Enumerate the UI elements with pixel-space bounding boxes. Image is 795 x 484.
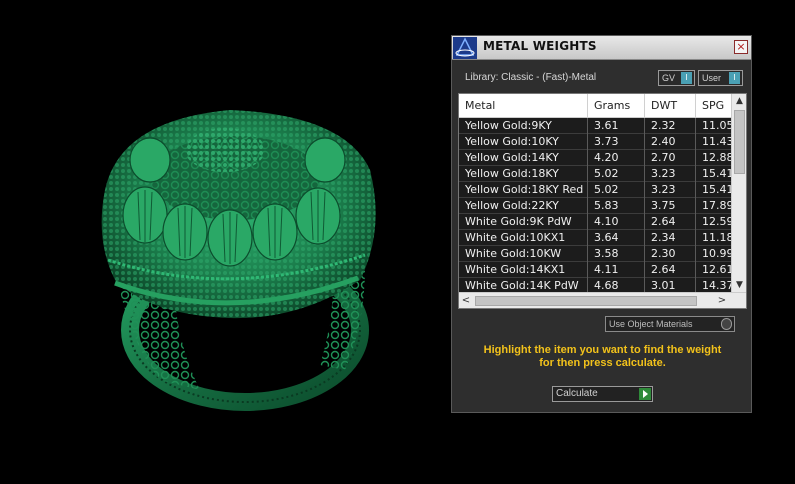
metal-cell: White Gold:14KX1 — [459, 262, 588, 278]
metal-cell: White Gold:9K PdW — [459, 214, 588, 230]
dwt-cell: 2.64 — [645, 214, 696, 230]
grams-cell: 3.58 — [588, 246, 645, 262]
metal-cell: Yellow Gold:10KY — [459, 134, 588, 150]
table-row[interactable]: White Gold:9K PdW 4.10 2.64 12.59 — [459, 214, 734, 230]
play-icon — [639, 388, 651, 400]
dwt-cell: 2.64 — [645, 262, 696, 278]
table-body: Yellow Gold:9KY 3.61 2.32 11.05 Yellow Gold:… — [459, 118, 734, 294]
title-bar[interactable]: METAL WEIGHTS × — [452, 36, 751, 60]
metal-cell: Yellow Gold:22KY — [459, 198, 588, 214]
dwt-cell: 2.30 — [645, 246, 696, 262]
spg-cell: 12.88 — [702, 151, 734, 164]
user-toggle[interactable]: User I — [698, 70, 743, 86]
vertical-scrollbar[interactable]: ▲ ▼ — [731, 94, 746, 292]
calculate-label: Calculate — [556, 388, 598, 399]
metal-cell: Yellow Gold:18KY Red — [459, 182, 588, 198]
spg-cell: 17.89 — [702, 199, 734, 212]
metal-table: Metal Grams DWT SPG Yellow Gold:9KY 3.61 2… — [458, 93, 747, 309]
calculate-button[interactable]: Calculate — [552, 386, 653, 402]
grams-cell: 3.61 — [588, 118, 645, 134]
table-row[interactable]: Yellow Gold:18KY 5.02 3.23 15.41 — [459, 166, 734, 182]
scroll-left-icon[interactable]: < — [459, 293, 473, 308]
table-row[interactable]: Yellow Gold:10KY 3.73 2.40 11.43 — [459, 134, 734, 150]
grams-cell: 4.10 — [588, 214, 645, 230]
vertical-scroll-thumb[interactable] — [734, 110, 745, 174]
dwt-cell: 3.23 — [645, 166, 696, 182]
scroll-up-icon[interactable]: ▲ — [732, 94, 746, 108]
dwt-cell: 2.34 — [645, 230, 696, 246]
metal-cell: Yellow Gold:9KY — [459, 118, 588, 134]
scroll-right-icon[interactable]: > — [715, 293, 729, 308]
spg-cell: 12.59 — [702, 215, 734, 228]
metal-cell: White Gold:10KX1 — [459, 230, 588, 246]
3d-viewport[interactable] — [0, 0, 450, 484]
grams-cell: 4.11 — [588, 262, 645, 278]
spg-cell: 12.61 — [702, 263, 734, 276]
spg-cell: 11.18 — [702, 231, 734, 244]
panel-title: METAL WEIGHTS — [483, 39, 597, 53]
metal-cell: Yellow Gold:14KY — [459, 150, 588, 166]
grams-cell: 5.02 — [588, 182, 645, 198]
column-header-metal[interactable]: Metal — [459, 94, 588, 118]
horizontal-scrollbar[interactable]: < > — [459, 292, 746, 308]
dwt-cell: 2.32 — [645, 118, 696, 134]
instruction-line-2: for then press calculate. — [539, 357, 666, 369]
spg-cell: 11.05 — [702, 119, 734, 132]
table-row[interactable]: Yellow Gold:18KY Red 5.02 3.23 15.41 — [459, 182, 734, 198]
user-toggle-label: User — [702, 73, 722, 83]
dwt-cell: 2.70 — [645, 150, 696, 166]
table-row[interactable]: Yellow Gold:22KY 5.83 3.75 17.89 — [459, 198, 734, 214]
metal-weights-panel: METAL WEIGHTS × Library: Classic - (Fast… — [451, 35, 752, 413]
spg-cell: 15.41 — [702, 183, 734, 196]
spg-cell: 15.41 — [702, 167, 734, 180]
grams-cell: 5.02 — [588, 166, 645, 182]
close-button[interactable]: × — [734, 40, 748, 54]
gv-indicator-icon: I — [681, 72, 692, 84]
table-row[interactable]: White Gold:10KX1 3.64 2.34 11.18 — [459, 230, 734, 246]
grams-cell: 3.73 — [588, 134, 645, 150]
metal-cell: White Gold:10KW — [459, 246, 588, 262]
scroll-down-icon[interactable]: ▼ — [732, 278, 746, 292]
grams-cell: 5.83 — [588, 198, 645, 214]
gv-toggle-label: GV — [662, 73, 676, 83]
app-logo-icon — [453, 37, 477, 59]
column-header-dwt[interactable]: DWT — [645, 94, 696, 118]
gv-toggle[interactable]: GV I — [658, 70, 695, 86]
spg-cell: 10.99 — [702, 247, 734, 260]
grams-cell: 3.64 — [588, 230, 645, 246]
use-object-materials-label: Use Object Materials — [609, 319, 693, 329]
spg-cell: 11.43 — [702, 135, 734, 148]
table-row[interactable]: Yellow Gold:14KY 4.20 2.70 12.88 — [459, 150, 734, 166]
instruction-line-1: Highlight the item you want to find the … — [483, 344, 722, 356]
user-indicator-icon: I — [729, 72, 740, 84]
library-label: Library: Classic - (Fast)-Metal — [465, 72, 597, 83]
horizontal-scroll-thumb[interactable] — [475, 296, 697, 306]
instruction-text: Highlight the item you want to find the … — [460, 344, 745, 370]
table-row[interactable]: White Gold:14KX1 4.11 2.64 12.61 — [459, 262, 734, 278]
dwt-cell: 2.40 — [645, 134, 696, 150]
table-header: Metal Grams DWT SPG — [459, 94, 731, 118]
column-header-spg[interactable]: SPG — [696, 94, 736, 118]
use-object-materials-toggle[interactable]: Use Object Materials — [605, 316, 735, 332]
column-header-grams[interactable]: Grams — [588, 94, 645, 118]
table-row[interactable]: White Gold:10KW 3.58 2.30 10.99 — [459, 246, 734, 262]
table-row[interactable]: Yellow Gold:9KY 3.61 2.32 11.05 — [459, 118, 734, 134]
metal-cell: Yellow Gold:18KY — [459, 166, 588, 182]
dwt-cell: 3.23 — [645, 182, 696, 198]
grams-cell: 4.20 — [588, 150, 645, 166]
dwt-cell: 3.75 — [645, 198, 696, 214]
radio-indicator-icon — [721, 318, 732, 330]
ring-model — [101, 110, 376, 411]
